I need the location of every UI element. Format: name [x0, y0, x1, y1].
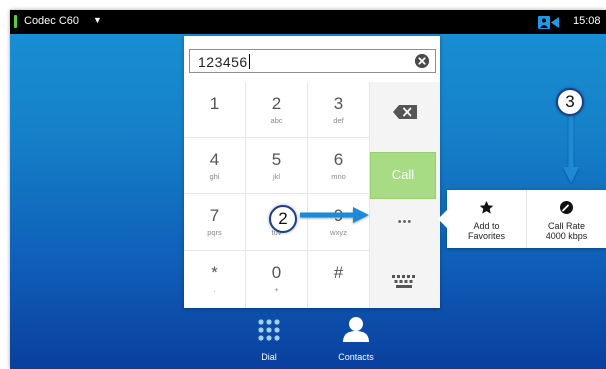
- callout-marker-2: 2: [269, 205, 297, 233]
- callout-arrows: [300, 114, 579, 223]
- callout-marker-3: 3: [556, 88, 584, 116]
- arrow-3: [563, 114, 579, 183]
- touch-panel-screen: Codec C60 ▼ 15:08 123456 1 2 abc 3 def 4 gh…: [10, 10, 606, 369]
- arrow-2: [300, 207, 369, 223]
